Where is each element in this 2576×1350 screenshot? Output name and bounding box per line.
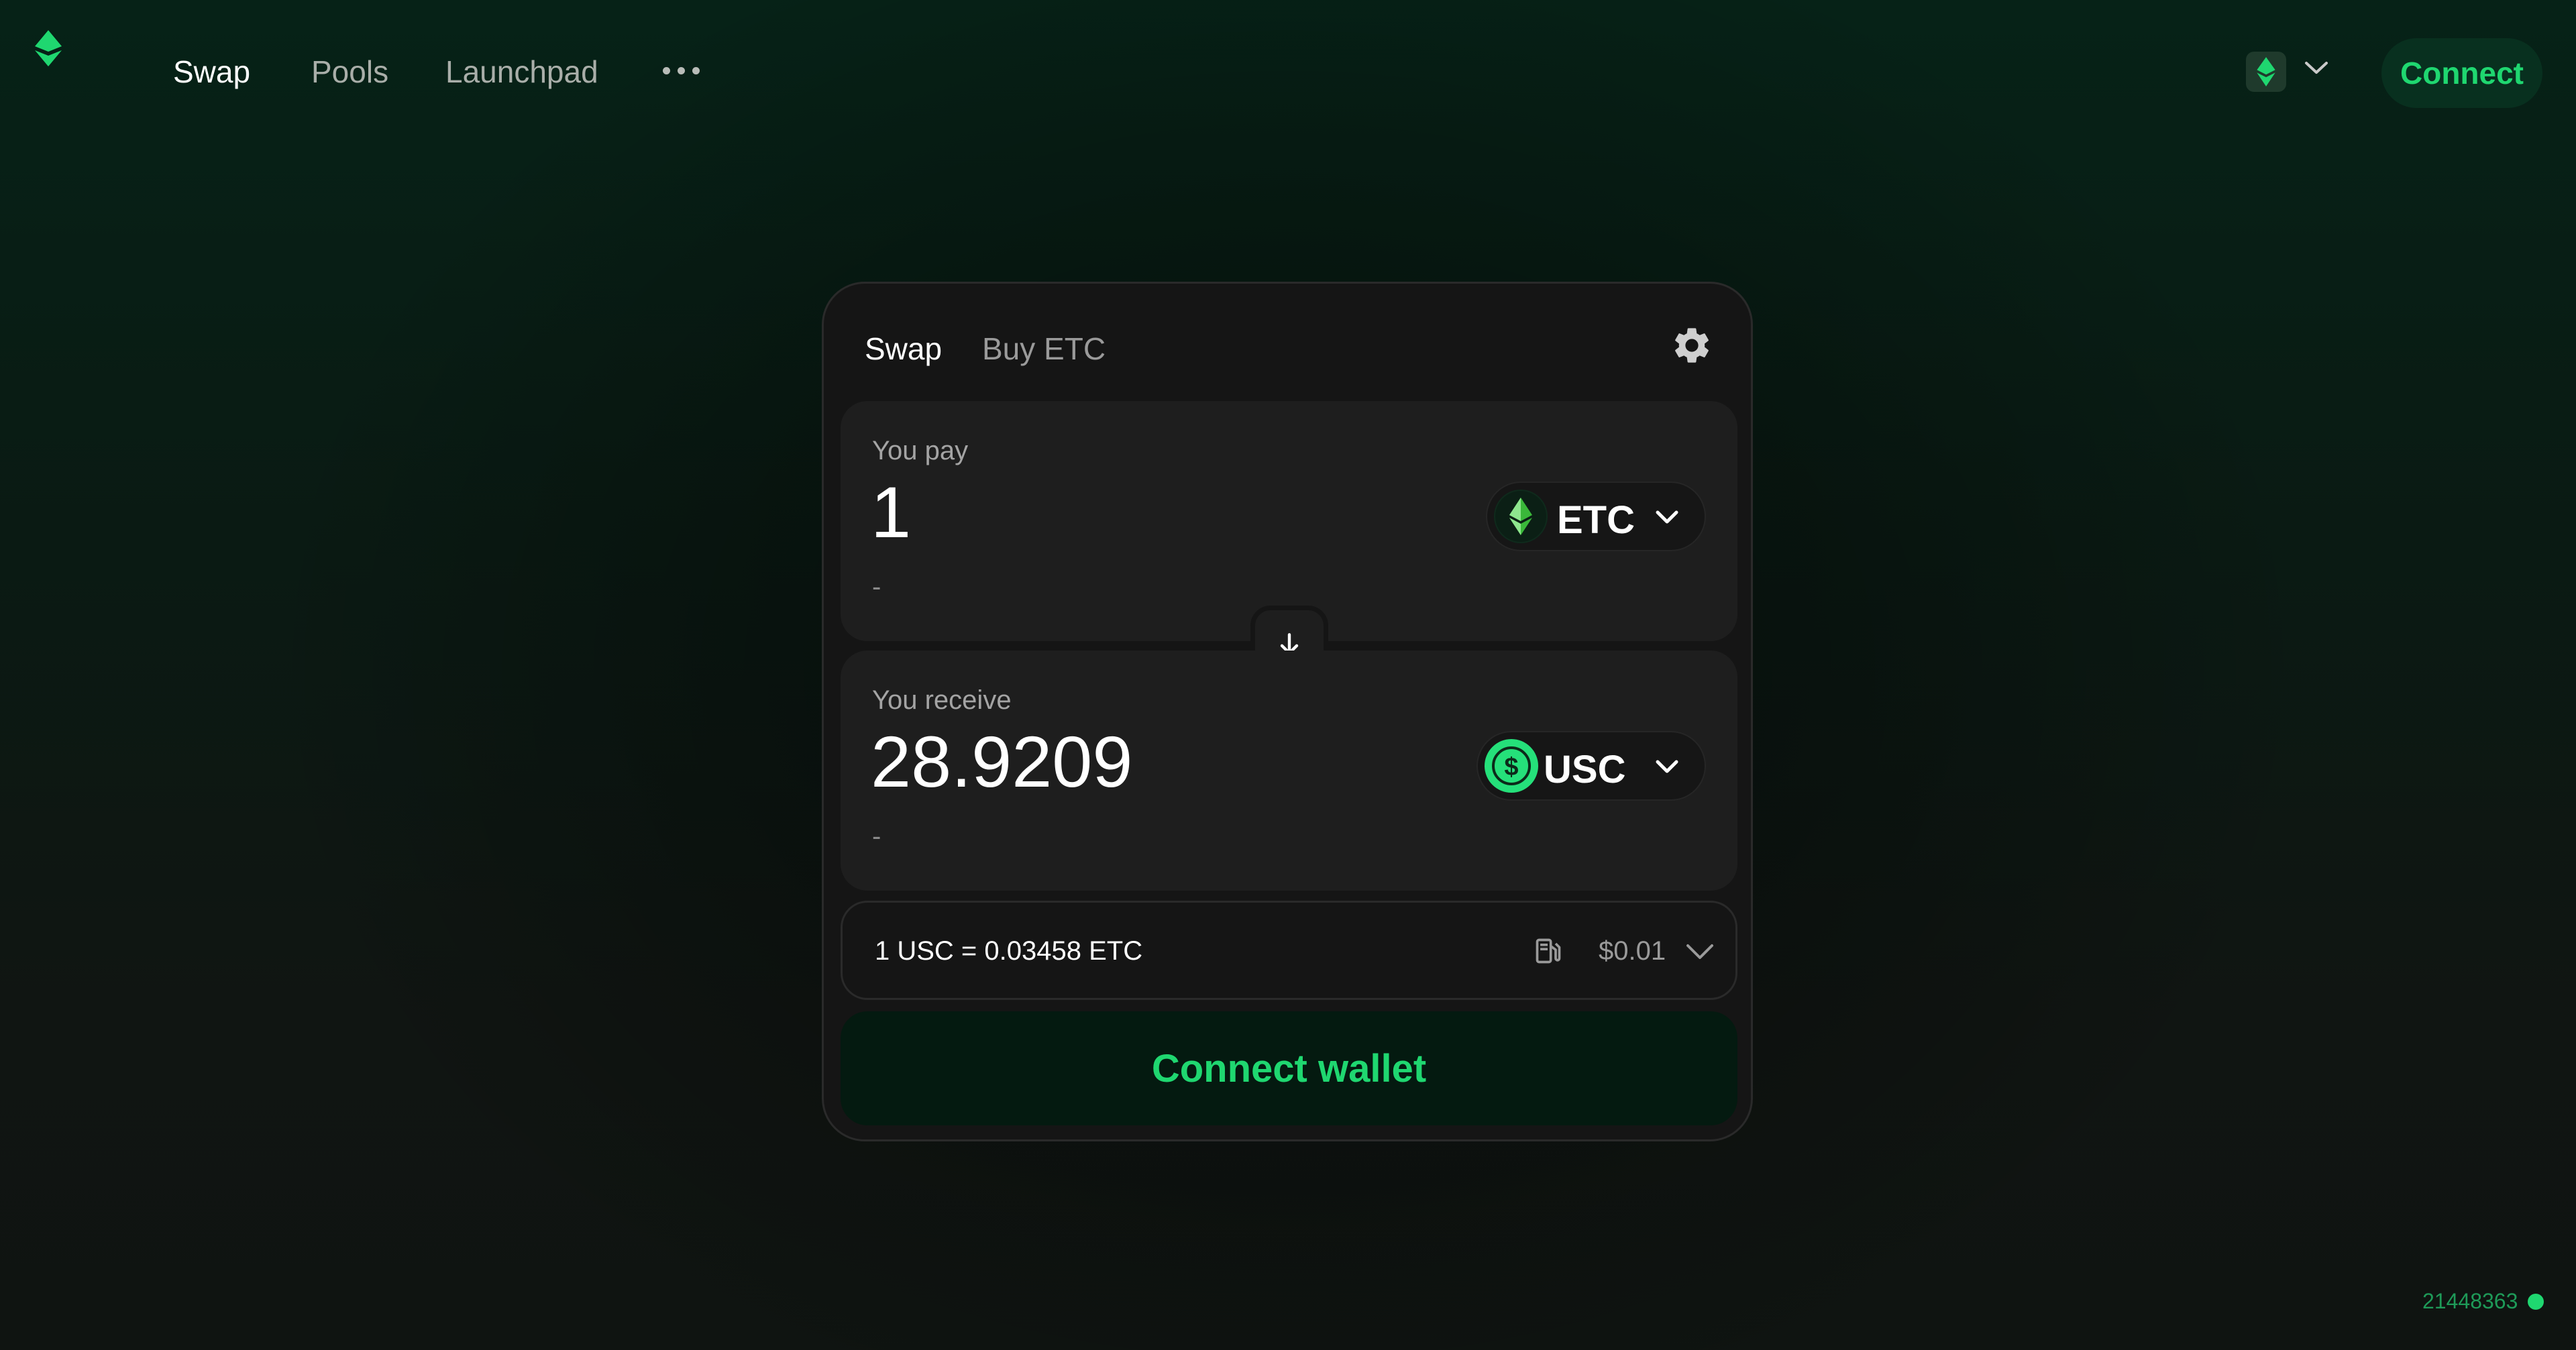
- nav-swap[interactable]: Swap: [173, 54, 250, 90]
- receive-label: You receive: [872, 685, 1012, 715]
- ellipsis-icon[interactable]: [663, 65, 703, 77]
- gas-fee-value: $0.01: [1599, 936, 1666, 966]
- exchange-rate: 1 USC = 0.03458 ETC: [875, 936, 1143, 966]
- block-number[interactable]: 21448363: [2422, 1289, 2518, 1314]
- etc-network-icon: [2246, 52, 2286, 92]
- pay-usd-value: -: [872, 572, 881, 602]
- receive-token-selector[interactable]: $ USC: [1477, 731, 1706, 801]
- pay-token-symbol: ETC: [1557, 498, 1635, 542]
- nav-launchpad[interactable]: Launchpad: [445, 54, 598, 90]
- rate-details-toggle[interactable]: 1 USC = 0.03458 ETC $0.01: [841, 901, 1737, 1000]
- connect-wallet-button[interactable]: Connect wallet: [841, 1011, 1737, 1125]
- nav-pools[interactable]: Pools: [311, 54, 388, 90]
- gas-pump-icon: [1536, 938, 1561, 964]
- etc-logo-icon[interactable]: [34, 30, 63, 66]
- pay-label: You pay: [872, 436, 969, 465]
- tab-swap[interactable]: Swap: [865, 331, 942, 367]
- etc-token-icon: [1494, 490, 1548, 543]
- gear-icon[interactable]: [1670, 324, 1713, 367]
- tab-buy-etc[interactable]: Buy ETC: [982, 331, 1106, 367]
- chevron-down-icon: [1656, 760, 1678, 773]
- swap-card: Swap Buy ETC You pay - ETC: [822, 282, 1753, 1141]
- receive-amount-input[interactable]: [871, 721, 1407, 801]
- network-selector[interactable]: [2246, 50, 2333, 93]
- status-dot-icon: [2528, 1294, 2544, 1310]
- chevron-down-icon: [2305, 62, 2328, 74]
- pay-amount-input[interactable]: [871, 471, 1407, 552]
- chevron-down-icon: [1656, 510, 1678, 524]
- usc-token-icon: $: [1485, 739, 1538, 793]
- svg-text:$: $: [1504, 753, 1518, 781]
- chevron-down-icon: [1686, 944, 1713, 959]
- receive-usd-value: -: [872, 822, 881, 851]
- receive-token-symbol: USC: [1544, 748, 1626, 791]
- connect-button[interactable]: Connect: [2381, 38, 2542, 108]
- pay-token-selector[interactable]: ETC: [1486, 482, 1706, 551]
- receive-panel: You receive - $ USC: [841, 651, 1737, 891]
- top-nav: Swap Pools Launchpad Connect: [0, 0, 2576, 144]
